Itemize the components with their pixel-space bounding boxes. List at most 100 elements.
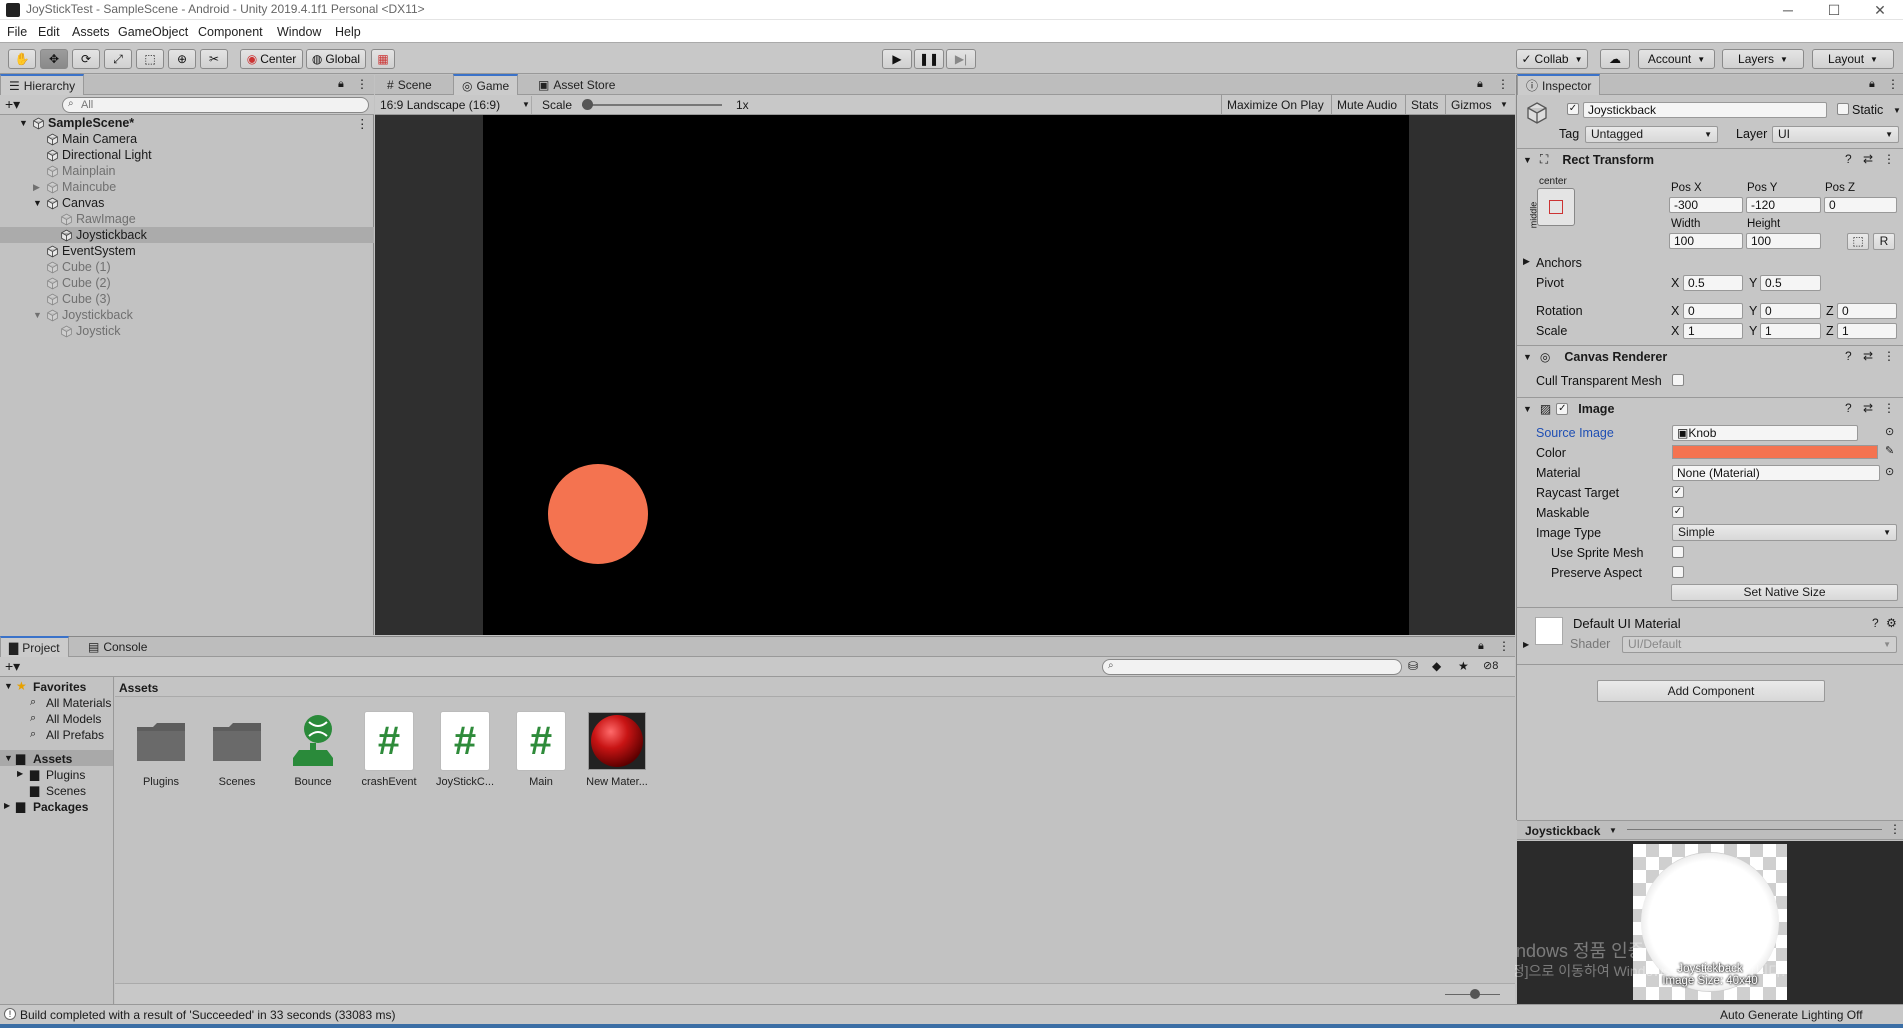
image-component-header[interactable]: ▼ ▨ ✓ Image ? ⇄ ⋮ [1517, 397, 1903, 419]
status-message[interactable]: Build completed with a result of 'Succee… [20, 1008, 395, 1022]
foldout-right-icon[interactable]: ▶ [4, 801, 10, 810]
favorites-label[interactable]: Favorites [33, 680, 86, 694]
play-button[interactable]: ▶ [882, 49, 912, 69]
use-sprite-mesh-checkbox[interactable] [1672, 546, 1684, 558]
tab-scene[interactable]: # Scene [379, 75, 440, 95]
source-image-field[interactable]: ▣Knob [1672, 425, 1858, 441]
add-component-button[interactable]: Add Component [1597, 680, 1825, 702]
tab-hierarchy[interactable]: ☰ Hierarchy [0, 74, 85, 95]
pivot-y-input[interactable]: 0.5 [1760, 275, 1821, 291]
lock-icon[interactable]: 🔒︎ [1477, 78, 1483, 91]
menu-file[interactable]: File [7, 25, 27, 39]
menu-gameobject[interactable]: GameObject [118, 25, 188, 39]
preview-title[interactable]: Joystickback [1525, 824, 1600, 838]
lock-icon[interactable]: 🔒︎ [1869, 78, 1875, 91]
lock-icon[interactable]: 🔒︎ [1478, 640, 1484, 653]
help-icon[interactable]: ? [1845, 349, 1852, 363]
raw-edit-button[interactable]: R [1873, 233, 1895, 250]
kebab-menu-icon[interactable]: ⋮ [1883, 152, 1895, 166]
hierarchy-item[interactable]: Cube (1) [0, 259, 374, 275]
hierarchy-scene-row[interactable]: ▼ SampleScene* ⋮ [0, 115, 374, 131]
rotation-z-input[interactable]: 0 [1837, 303, 1897, 319]
create-plus-button[interactable]: +▾ [5, 658, 20, 675]
hierarchy-item[interactable]: Joystickback [0, 227, 374, 243]
preset-icon[interactable]: ⇄ [1863, 349, 1873, 363]
foldout-down-icon[interactable]: ▼ [33, 310, 42, 320]
shader-dropdown[interactable]: UI/Default ▼ [1622, 636, 1897, 653]
packages-label[interactable]: Packages [33, 800, 88, 814]
project-search-input[interactable]: ⌕ [1102, 659, 1402, 675]
blueprint-mode-button[interactable]: ⬚ [1847, 233, 1869, 250]
asset-item[interactable]: # JoyStickC... [430, 710, 500, 788]
favorites-all-prefabs[interactable]: All Prefabs [46, 728, 104, 742]
asset-item[interactable]: # Main [506, 710, 576, 788]
search-by-type-icon[interactable]: ⛁ [1408, 659, 1418, 673]
asset-item[interactable]: New Mater... [582, 710, 652, 788]
custom-tool-button[interactable]: ✂ [200, 49, 228, 69]
preserve-aspect-checkbox[interactable] [1672, 566, 1684, 578]
foldout-right-icon[interactable]: ▶ [33, 182, 40, 193]
kebab-menu-icon[interactable]: ⋮ [1887, 77, 1899, 91]
scale-z-input[interactable]: 1 [1837, 323, 1897, 339]
scale-slider-track[interactable] [582, 104, 722, 106]
move-tool-button[interactable]: ✥ [40, 49, 68, 69]
caret-down-icon[interactable]: ▼ [1609, 826, 1617, 835]
grid-snap-button[interactable]: ▦ [371, 49, 395, 69]
asset-item[interactable]: Bounce [278, 710, 348, 788]
kebab-menu-icon[interactable]: ⋮ [1883, 401, 1895, 415]
layer-dropdown[interactable]: UI ▼ [1772, 126, 1899, 143]
foldout-down-icon[interactable]: ▼ [4, 753, 13, 763]
height-input[interactable]: 100 [1746, 233, 1821, 249]
mute-audio-toggle[interactable]: Mute Audio [1331, 95, 1402, 115]
menu-window[interactable]: Window [277, 25, 321, 39]
hierarchy-item[interactable]: Main Camera [0, 131, 374, 147]
material-field[interactable]: None (Material) [1672, 465, 1880, 481]
menu-component[interactable]: Component [198, 25, 263, 39]
hierarchy-item[interactable]: Cube (2) [0, 275, 374, 291]
resolution-dropdown[interactable]: 16:9 Landscape (16:9) ▼ [377, 96, 532, 114]
collab-dropdown[interactable]: ✓ Collab ▼ [1516, 49, 1588, 69]
hierarchy-item[interactable]: RawImage [0, 211, 374, 227]
scale-slider-handle[interactable] [582, 99, 593, 110]
assets-root-label[interactable]: Assets [33, 752, 72, 766]
anchor-presets-button[interactable] [1537, 188, 1575, 226]
tab-game[interactable]: ◎ Game [453, 74, 519, 95]
foldout-right-icon[interactable]: ▶ [17, 769, 23, 778]
object-name-input[interactable]: Joystickback [1583, 102, 1827, 118]
foldout-right-icon[interactable]: ▶ [1523, 256, 1530, 267]
color-swatch-field[interactable] [1672, 445, 1878, 459]
pause-button[interactable]: ❚❚ [914, 49, 944, 69]
eyedropper-icon[interactable]: ✎ [1885, 444, 1894, 457]
caret-down-icon[interactable]: ▼ [1893, 106, 1901, 115]
kebab-menu-icon[interactable]: ⋮ [1889, 822, 1901, 836]
caret-down-icon[interactable]: ▼ [1500, 100, 1508, 109]
layout-dropdown[interactable]: Layout ▼ [1812, 49, 1894, 69]
create-plus-button[interactable]: +▾ [5, 96, 20, 113]
rect-tool-button[interactable]: ⬚ [136, 49, 164, 69]
tag-dropdown[interactable]: Untagged ▼ [1585, 126, 1718, 143]
maskable-checkbox[interactable]: ✓ [1672, 506, 1684, 518]
favorites-all-models[interactable]: All Models [46, 712, 101, 726]
favorite-star-icon[interactable]: ★ [1458, 659, 1469, 673]
hierarchy-item[interactable]: Joystick [0, 323, 374, 339]
tab-asset-store[interactable]: ▣ Asset Store [530, 75, 623, 95]
scale-tool-button[interactable]: ⤢ [104, 49, 132, 69]
breadcrumb-assets[interactable]: Assets [119, 681, 158, 695]
canvas-renderer-header[interactable]: ▼ ◎ Canvas Renderer ? ⇄ ⋮ [1517, 345, 1903, 367]
hierarchy-item[interactable]: ▼ Joystickback [0, 307, 374, 323]
menu-edit[interactable]: Edit [38, 25, 60, 39]
kebab-menu-icon[interactable]: ⋮ [1497, 77, 1509, 91]
close-button[interactable]: ✕ [1857, 0, 1903, 20]
cloud-button[interactable]: ☁ [1600, 49, 1630, 69]
hierarchy-item[interactable]: Cube (3) [0, 291, 374, 307]
scale-y-input[interactable]: 1 [1760, 323, 1821, 339]
rotate-tool-button[interactable]: ⟳ [72, 49, 100, 69]
layers-dropdown[interactable]: Layers ▼ [1722, 49, 1804, 69]
anchors-label[interactable]: Anchors [1536, 256, 1582, 270]
account-dropdown[interactable]: Account ▼ [1638, 49, 1715, 69]
image-type-dropdown[interactable]: Simple ▼ [1672, 524, 1897, 541]
tree-folder-scenes[interactable]: Scenes [46, 784, 86, 798]
posz-input[interactable]: 0 [1824, 197, 1897, 213]
kebab-menu-icon[interactable]: ⋮ [356, 77, 368, 91]
width-input[interactable]: 100 [1669, 233, 1743, 249]
